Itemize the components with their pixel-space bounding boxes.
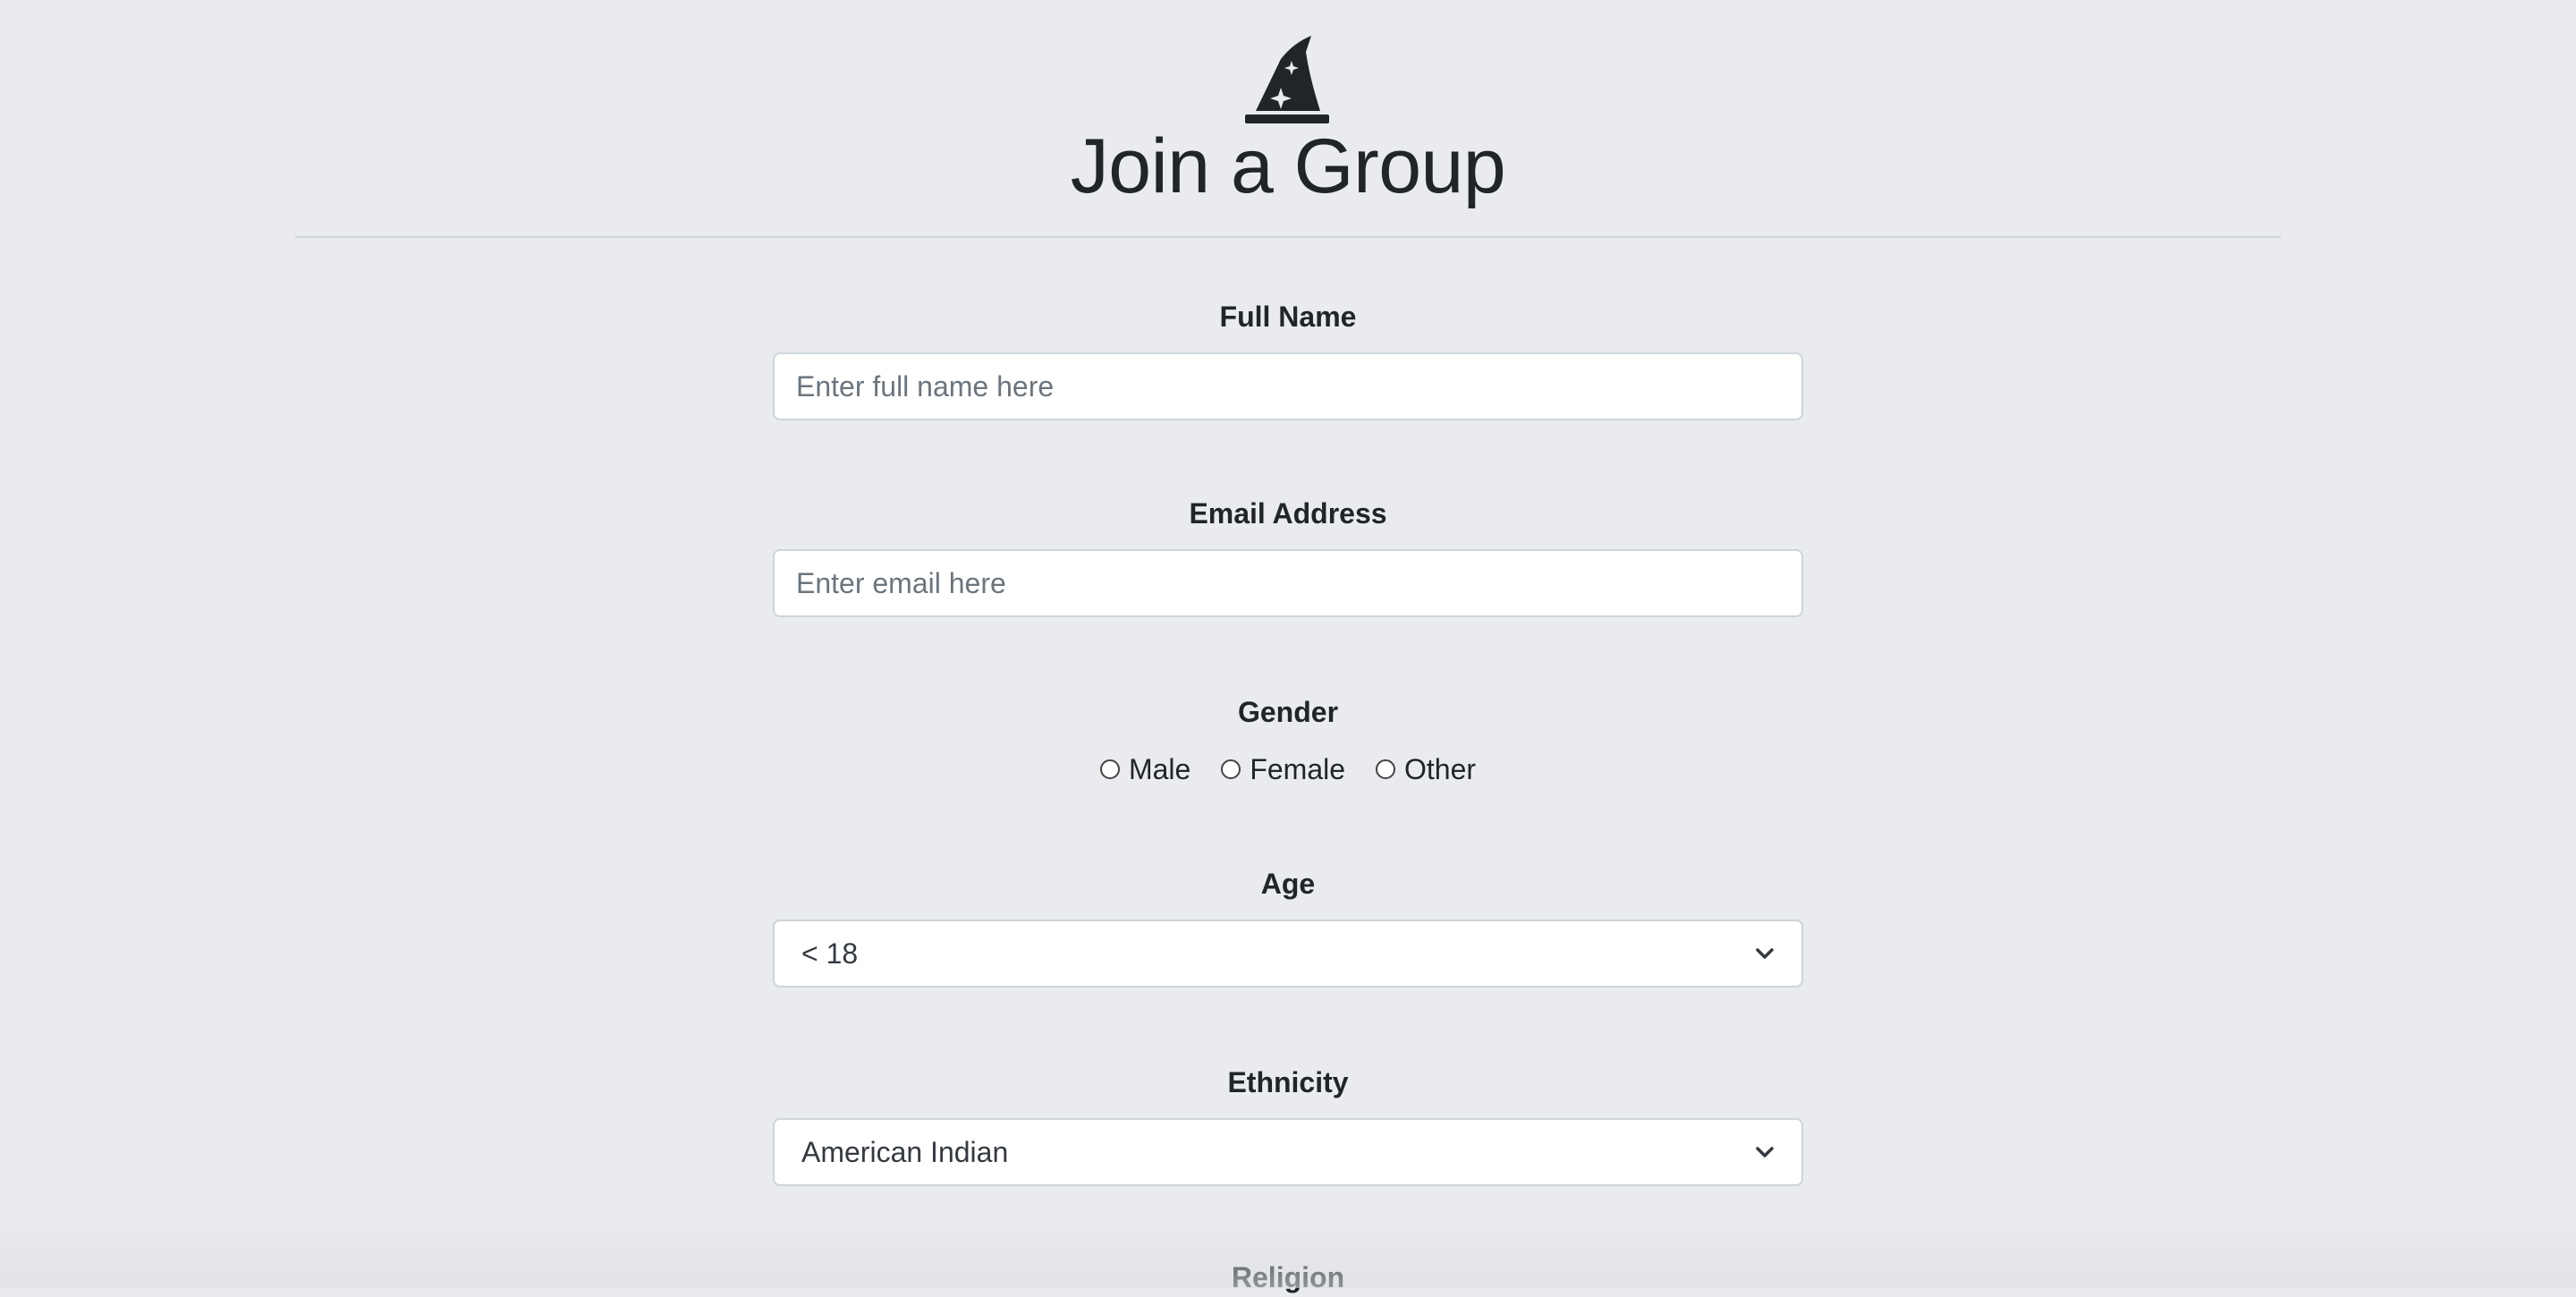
gender-label: Gender <box>1237 696 1339 728</box>
radio-label: Male <box>1128 753 1191 785</box>
radio-label: Other <box>1404 753 1477 785</box>
ethnicity-selected-value: American Indian <box>801 1135 1009 1168</box>
ethnicity-label: Ethnicity <box>1227 1066 1349 1098</box>
age-label: Age <box>1260 868 1316 900</box>
chevron-down-icon <box>1755 1142 1775 1162</box>
chevron-down-icon <box>1755 944 1775 963</box>
radio-button[interactable] <box>1221 759 1241 779</box>
gender-option-other[interactable]: Other <box>1376 750 1476 789</box>
header-divider <box>295 236 2281 238</box>
email-input[interactable] <box>773 549 1803 617</box>
email-label: Email Address <box>1189 497 1387 530</box>
wizard-hat-icon <box>1245 36 1329 123</box>
gender-option-female[interactable]: Female <box>1221 750 1345 789</box>
full-name-label: Full Name <box>1219 301 1357 333</box>
radio-button[interactable] <box>1099 759 1120 779</box>
page-title: Join a Group <box>1070 123 1506 209</box>
age-select[interactable]: < 18 <box>773 920 1803 988</box>
radio-button[interactable] <box>1376 759 1396 779</box>
gender-radio-group: Male Female Other <box>0 750 2576 789</box>
age-selected-value: < 18 <box>801 937 859 970</box>
ethnicity-select[interactable]: American Indian <box>773 1118 1803 1186</box>
gender-option-male[interactable]: Male <box>1099 750 1191 789</box>
radio-label: Female <box>1250 753 1346 785</box>
join-group-page: Join a Group Full Name Email Address Gen… <box>0 0 2576 1293</box>
religion-label: Religion <box>1231 1261 1345 1293</box>
full-name-input[interactable] <box>773 352 1803 420</box>
